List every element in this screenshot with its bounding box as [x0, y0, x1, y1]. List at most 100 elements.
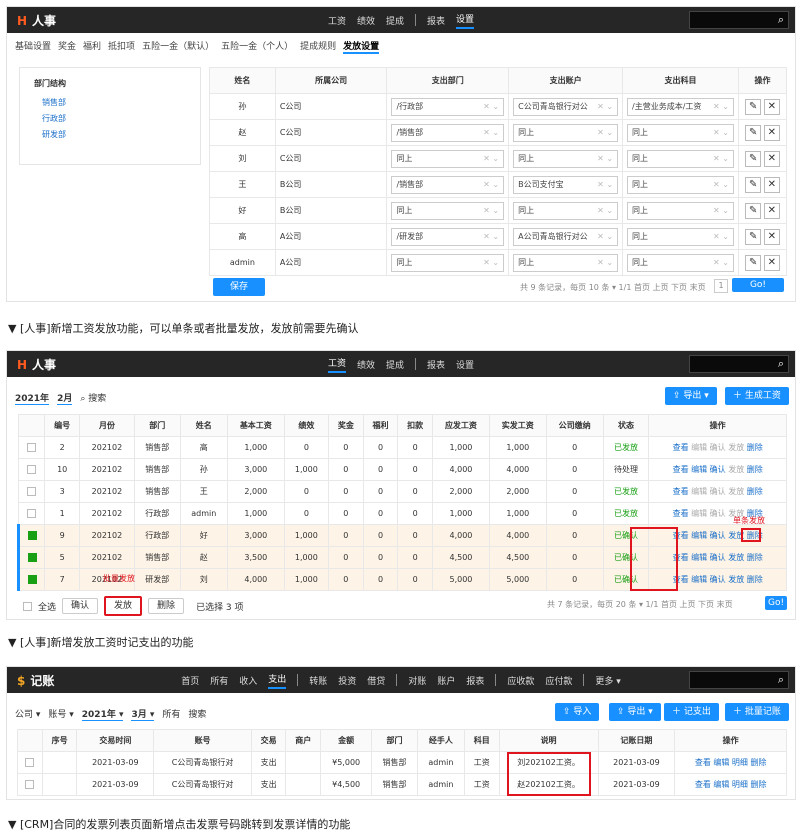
search-box[interactable]: ⌕	[689, 11, 789, 29]
column-header[interactable]: 交易	[250, 729, 287, 752]
op-link[interactable]: 编辑	[691, 575, 707, 584]
nav-item[interactable]: 收入	[239, 674, 257, 687]
delete-icon[interactable]: ✕	[763, 98, 780, 115]
settings-tab[interactable]: 抵扣项	[108, 39, 135, 54]
clear-chevron-icon[interactable]: ✕ ⌄	[483, 180, 499, 189]
column-header[interactable]: 操作	[674, 729, 787, 752]
filter-item[interactable]: 所有	[162, 707, 180, 721]
op-link[interactable]: 删除	[750, 780, 766, 789]
clear-chevron-icon[interactable]: ✕ ⌄	[713, 102, 729, 111]
clear-chevron-icon[interactable]: ✕ ⌄	[597, 154, 613, 163]
op-link[interactable]: 编辑	[691, 553, 707, 562]
nav-item[interactable]: 转账	[309, 674, 327, 687]
nav-item[interactable]: 应付款	[545, 674, 572, 687]
op-link[interactable]: 明细	[732, 780, 748, 789]
column-header[interactable]: 金额	[320, 729, 373, 752]
tree-item[interactable]: 行政部	[42, 113, 186, 124]
settings-tab[interactable]: 发放设置	[343, 39, 380, 54]
select-field[interactable]: /主营业务成本/工资 ✕ ⌄	[627, 97, 734, 116]
clear-chevron-icon[interactable]: ✕ ⌄	[483, 258, 499, 267]
column-header[interactable]: 部门	[371, 729, 418, 752]
op-link[interactable]: 编辑	[691, 509, 707, 518]
clear-chevron-icon[interactable]: ✕ ⌄	[483, 154, 499, 163]
select-field[interactable]: 同上 ✕ ⌄	[391, 253, 505, 272]
row-checkbox[interactable]	[27, 487, 37, 496]
column-header[interactable]: 账号	[153, 729, 252, 752]
nav-item[interactable]: 支出	[268, 672, 287, 689]
op-link[interactable]: 发放	[728, 575, 744, 584]
column-header[interactable]: 基本工资	[226, 414, 285, 437]
settings-tab[interactable]: 五险一金（个人）	[221, 39, 293, 54]
op-link[interactable]: 删除	[750, 758, 766, 767]
clear-chevron-icon[interactable]: ✕ ⌄	[597, 206, 613, 215]
select-field[interactable]: C公司青岛银行对公 ✕ ⌄	[513, 97, 619, 116]
clear-chevron-icon[interactable]: ✕ ⌄	[713, 206, 729, 215]
clear-chevron-icon[interactable]: ✕ ⌄	[713, 232, 729, 241]
select-field[interactable]: /研发部 ✕ ⌄	[391, 227, 505, 246]
clear-chevron-icon[interactable]: ✕ ⌄	[483, 232, 499, 241]
column-header[interactable]: 交易时间	[76, 729, 155, 752]
filter-item[interactable]: 公司 ▾	[15, 707, 40, 721]
filter-item[interactable]: 账号 ▾	[48, 707, 73, 721]
nav-item[interactable]: 报表	[466, 674, 484, 687]
column-header[interactable]: 应发工资	[432, 414, 490, 437]
op-link[interactable]: 确认	[710, 553, 726, 562]
search-box[interactable]: ⌕	[689, 355, 789, 373]
search-link[interactable]: ⌕ 搜索	[80, 391, 106, 405]
op-link[interactable]: 编辑	[713, 758, 729, 767]
clear-chevron-icon[interactable]: ✕ ⌄	[483, 102, 499, 111]
column-header[interactable]: 状态	[602, 414, 650, 437]
nav-item[interactable]: 首页	[181, 674, 199, 687]
clear-chevron-icon[interactable]: ✕ ⌄	[713, 128, 729, 137]
op-link[interactable]: 查看	[673, 443, 689, 452]
select-field[interactable]: B公司支付宝 ✕ ⌄	[513, 175, 619, 194]
select-all-checkbox[interactable]	[23, 601, 32, 611]
delete-icon[interactable]: ✕	[763, 254, 780, 271]
go-button[interactable]: Go!	[765, 596, 788, 610]
select-field[interactable]: /销售部 ✕ ⌄	[391, 123, 505, 142]
row-checkbox[interactable]	[25, 780, 35, 789]
column-header[interactable]: 序号	[41, 729, 78, 752]
op-link[interactable]: 查看	[673, 509, 689, 518]
delete-icon[interactable]: ✕	[763, 150, 780, 167]
edit-icon[interactable]: ✎	[745, 124, 762, 141]
row-checkbox[interactable]	[27, 443, 37, 452]
delete-icon[interactable]: ✕	[763, 228, 780, 245]
delete-icon[interactable]: ✕	[763, 124, 780, 141]
edit-icon[interactable]: ✎	[745, 228, 762, 245]
column-header[interactable]: 编号	[44, 414, 81, 437]
row-checkbox[interactable]	[27, 553, 37, 562]
clear-chevron-icon[interactable]: ✕ ⌄	[713, 258, 729, 267]
op-link[interactable]: 编辑	[691, 465, 707, 474]
edit-icon[interactable]: ✎	[745, 150, 762, 167]
column-header[interactable]: 操作	[648, 414, 787, 437]
clear-chevron-icon[interactable]: ✕ ⌄	[597, 258, 613, 267]
op-link[interactable]: 删除	[747, 465, 763, 474]
nav-item[interactable]: 绩效	[357, 358, 375, 371]
column-header[interactable]: 记账日期	[597, 729, 676, 752]
row-checkbox[interactable]	[25, 758, 35, 767]
nav-item[interactable]: 投资	[338, 674, 356, 687]
edit-icon[interactable]: ✎	[745, 202, 762, 219]
batch-confirm-button[interactable]: 确认	[62, 598, 99, 614]
batch-entry-button[interactable]: ＋ 批量记账	[725, 703, 789, 721]
settings-tab[interactable]: 基础设置	[15, 39, 51, 54]
select-field[interactable]: 同上 ✕ ⌄	[627, 123, 734, 142]
row-checkbox[interactable]	[27, 509, 37, 518]
page-input[interactable]: 1	[714, 279, 728, 293]
row-checkbox[interactable]	[27, 575, 37, 584]
op-link[interactable]: 发放	[728, 487, 744, 496]
select-field[interactable]: 同上 ✕ ⌄	[627, 201, 734, 220]
export-button[interactable]: ⇪ 导出 ▾	[665, 387, 717, 405]
op-link[interactable]: 查看	[695, 780, 711, 789]
batch-pay-button[interactable]: 发放	[104, 596, 143, 616]
clear-chevron-icon[interactable]: ✕ ⌄	[597, 102, 613, 111]
select-field[interactable]: 同上 ✕ ⌄	[627, 149, 734, 168]
select-field[interactable]: /销售部 ✕ ⌄	[391, 175, 505, 194]
nav-item[interactable]: 账户	[437, 674, 455, 687]
op-link[interactable]: 确认	[710, 443, 726, 452]
nav-item[interactable]: 报表	[427, 14, 445, 27]
search-icon[interactable]: ⌕	[778, 673, 784, 687]
op-link[interactable]: 编辑	[691, 487, 707, 496]
go-button[interactable]: Go!	[732, 278, 784, 292]
